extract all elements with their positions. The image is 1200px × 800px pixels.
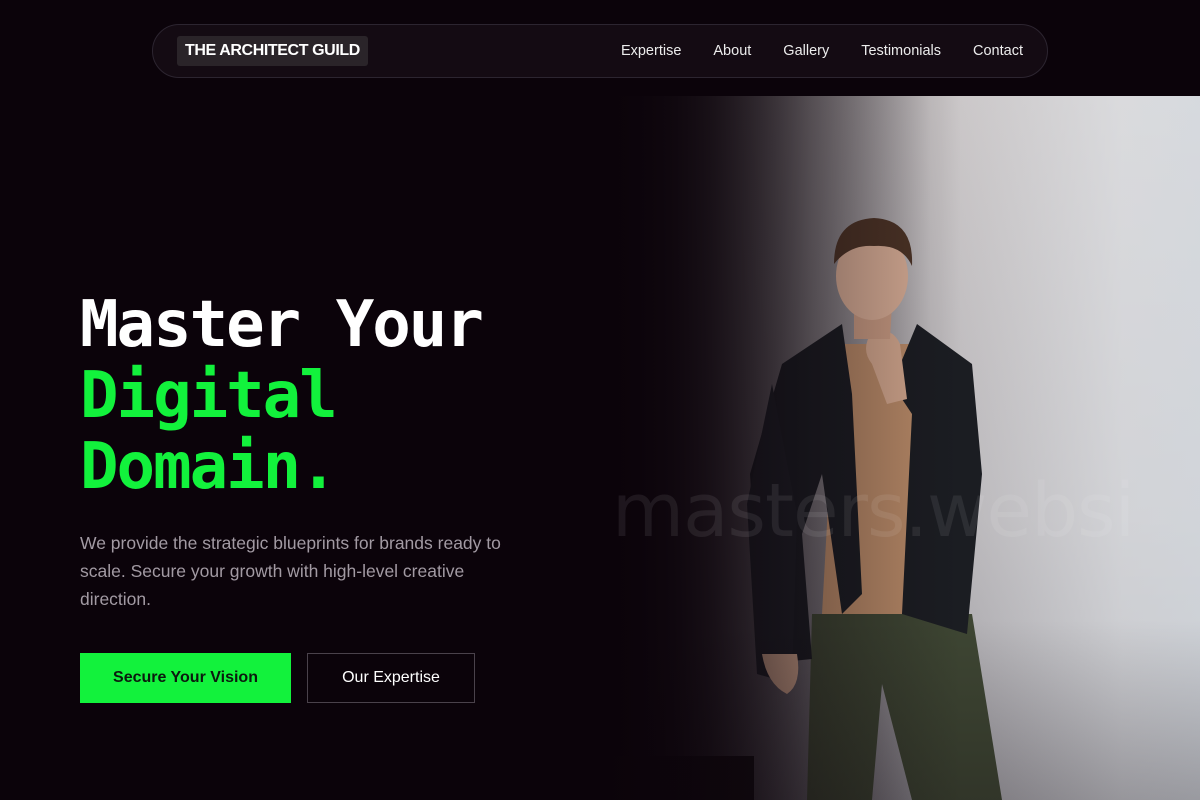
nav-link-gallery[interactable]: Gallery bbox=[783, 43, 829, 59]
watermark-text: masters.websi bbox=[612, 468, 1135, 554]
landing-page: THE ARCHITECT GUILD Expertise About Gall… bbox=[0, 0, 1200, 800]
headline-line-2: Digital bbox=[80, 359, 338, 433]
hero-actions: Secure Your Vision Our Expertise bbox=[80, 653, 560, 703]
hero-headline: Master Your Digital Domain. bbox=[80, 290, 560, 503]
nav-links: Expertise About Gallery Testimonials Con… bbox=[621, 43, 1023, 59]
nav-link-testimonials[interactable]: Testimonials bbox=[861, 43, 941, 59]
brand-logo[interactable]: THE ARCHITECT GUILD bbox=[177, 36, 368, 66]
hero-photo: masters.websi bbox=[602, 96, 1200, 800]
hero-subtext: We provide the strategic blueprints for … bbox=[80, 533, 501, 609]
nav-link-about[interactable]: About bbox=[713, 43, 751, 59]
headline-line-1: Master Your bbox=[80, 288, 484, 362]
our-expertise-button[interactable]: Our Expertise bbox=[307, 653, 475, 703]
hero-section: Master Your Digital Domain. We provide t… bbox=[80, 290, 560, 703]
secure-your-vision-button[interactable]: Secure Your Vision bbox=[80, 653, 291, 703]
photo-floor-shadow bbox=[602, 620, 1200, 800]
headline-line-3: Domain. bbox=[80, 430, 338, 504]
nav-link-contact[interactable]: Contact bbox=[973, 43, 1023, 59]
top-nav: THE ARCHITECT GUILD Expertise About Gall… bbox=[152, 24, 1048, 78]
nav-link-expertise[interactable]: Expertise bbox=[621, 43, 681, 59]
